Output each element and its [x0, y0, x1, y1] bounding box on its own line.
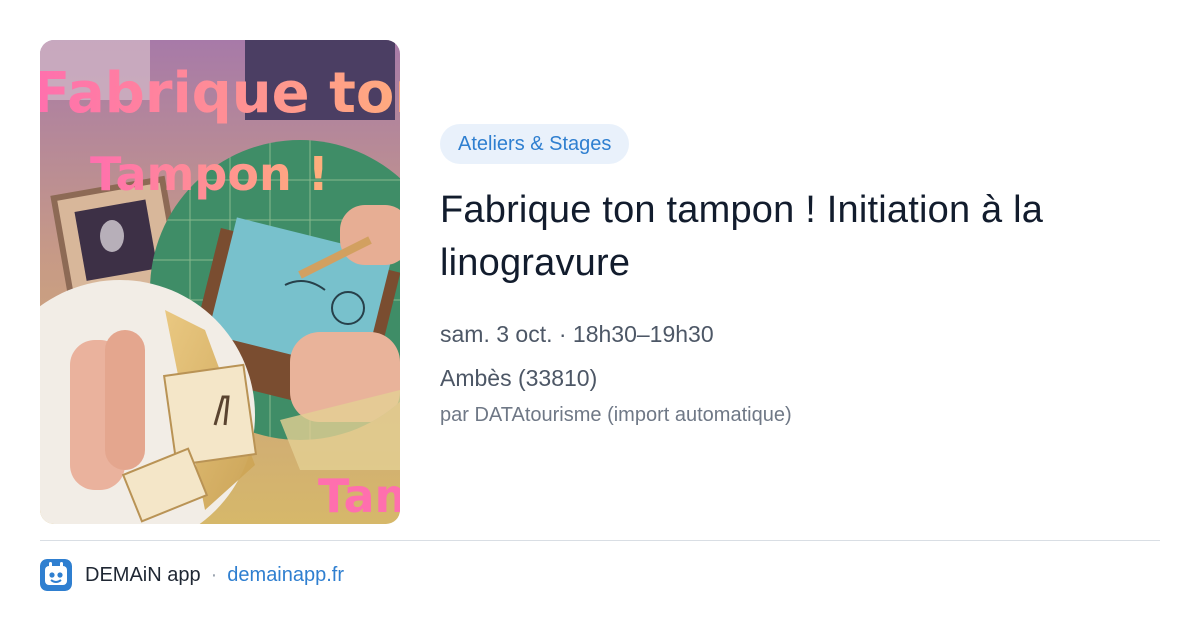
- event-image[interactable]: Fabrique ton Tampon ! Tam: [40, 40, 400, 524]
- event-details: Ateliers & Stages Fabrique ton tampon ! …: [440, 124, 1170, 428]
- footer: DEMAiN app · demainapp.fr: [40, 558, 344, 592]
- overlay-text-3: Tam: [318, 469, 400, 523]
- demain-app-logo-icon[interactable]: [40, 559, 72, 591]
- event-date-time: sam. 3 oct. · 18h30–19h30: [440, 321, 714, 347]
- divider: [40, 540, 1160, 541]
- event-source: par DATAtourisme (import automatique): [440, 404, 792, 426]
- event-photo: Fabrique ton Tampon ! Tam: [40, 40, 400, 524]
- event-meta: sam. 3 oct. · 18h30–19h30 Ambès (33810): [440, 312, 1170, 400]
- footer-separator: ·: [210, 563, 218, 586]
- event-title[interactable]: Fabrique ton tampon ! Initiation à la li…: [440, 184, 1170, 290]
- category-chip[interactable]: Ateliers & Stages: [440, 124, 630, 164]
- overlay-text-2: Tampon !: [90, 147, 329, 201]
- app-name: DEMAiN app: [85, 563, 201, 586]
- overlay-text-1: Fabrique ton: [40, 61, 400, 126]
- event-location: Ambès (33810): [440, 365, 598, 391]
- app-domain-link[interactable]: demainapp.fr: [227, 564, 344, 587]
